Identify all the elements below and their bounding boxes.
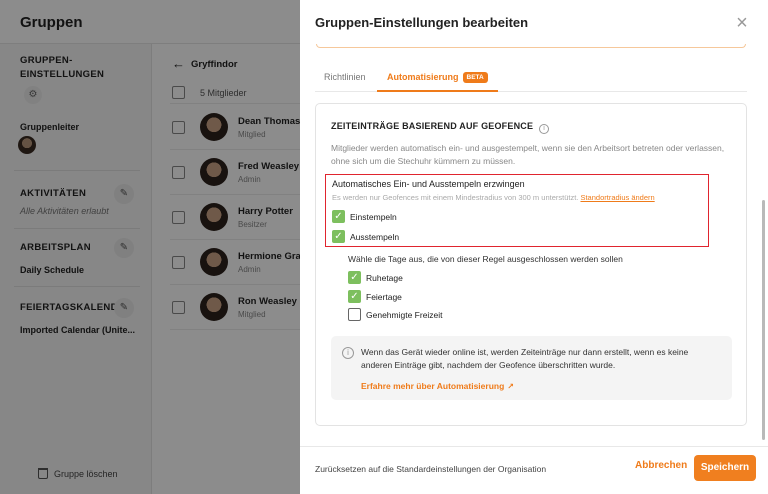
approved-time-off-checkbox[interactable] bbox=[348, 308, 361, 321]
info-icon[interactable]: i bbox=[539, 124, 550, 134]
save-button[interactable]: Speichern bbox=[694, 455, 756, 481]
tab-policies[interactable]: Richtlinien bbox=[324, 64, 366, 92]
geofence-title: ZEITEINTRÄGE BASIEREND AUF GEOFENCE i bbox=[331, 121, 550, 134]
info-icon: i bbox=[342, 347, 354, 359]
tab-automation[interactable]: Automatisierung BETA bbox=[377, 64, 498, 92]
settings-tabs: Richtlinien Automatisierung BETA bbox=[315, 64, 747, 92]
modal-backdrop[interactable] bbox=[0, 0, 300, 494]
panel-footer: Zurücksetzen auf die Standardeinstellung… bbox=[300, 446, 768, 494]
radius-note-text: Es werden nur Geofences mit einem Mindes… bbox=[332, 193, 579, 202]
rest-days-label: Ruhetage bbox=[366, 273, 403, 283]
clock-in-checkbox[interactable]: ✓ bbox=[332, 210, 345, 223]
clock-out-checkbox[interactable]: ✓ bbox=[332, 230, 345, 243]
previous-card-edge bbox=[316, 44, 746, 48]
clock-out-label: Ausstempeln bbox=[350, 232, 400, 242]
geofence-description: Mitglieder werden automatisch ein- und a… bbox=[331, 143, 725, 166]
panel-title: Gruppen-Einstellungen bearbeiten bbox=[315, 15, 529, 30]
close-icon[interactable]: × bbox=[732, 13, 752, 33]
holidays-checkbox[interactable]: ✓ bbox=[348, 290, 361, 303]
geofence-card: ZEITEINTRÄGE BASIEREND AUF GEOFENCE i Mit… bbox=[315, 103, 747, 426]
geofence-title-text: ZEITEINTRÄGE BASIEREND AUF GEOFENCE bbox=[331, 121, 534, 131]
cancel-button[interactable]: Abbrechen bbox=[635, 460, 687, 471]
reset-to-defaults-link[interactable]: Zurücksetzen auf die Standardeinstellung… bbox=[315, 464, 546, 474]
enforce-clock-section: Automatisches Ein- und Ausstempeln erzwi… bbox=[325, 174, 709, 247]
holidays-label: Feiertage bbox=[366, 292, 402, 302]
learn-more-label: Erfahre mehr über Automatisierung bbox=[361, 381, 505, 391]
learn-more-automation-link[interactable]: Erfahre mehr über Automatisierung ↗ bbox=[361, 381, 514, 391]
tab-automation-label: Automatisierung bbox=[387, 72, 459, 82]
approved-time-off-label: Genehmigte Freizeit bbox=[366, 310, 443, 320]
clock-in-label: Einstempeln bbox=[350, 212, 397, 222]
enforce-clock-title: Automatisches Ein- und Ausstempeln erzwi… bbox=[332, 179, 525, 189]
change-radius-link[interactable]: Standortradius ändern bbox=[580, 193, 654, 202]
panel-scrollbar[interactable] bbox=[762, 200, 765, 440]
external-link-icon: ↗ bbox=[507, 382, 514, 391]
geofence-radius-note: Es werden nur Geofences mit einem Mindes… bbox=[332, 193, 655, 202]
offline-info-box: i Wenn das Gerät wieder online ist, werd… bbox=[331, 336, 732, 400]
offline-info-text: Wenn das Gerät wieder online ist, werden… bbox=[361, 347, 689, 370]
rest-days-checkbox[interactable]: ✓ bbox=[348, 271, 361, 284]
edit-group-settings-panel: Gruppen-Einstellungen bearbeiten × Richt… bbox=[300, 0, 768, 494]
excluded-days-title: Wähle die Tage aus, die von dieser Regel… bbox=[348, 254, 623, 264]
beta-badge: BETA bbox=[462, 72, 488, 83]
